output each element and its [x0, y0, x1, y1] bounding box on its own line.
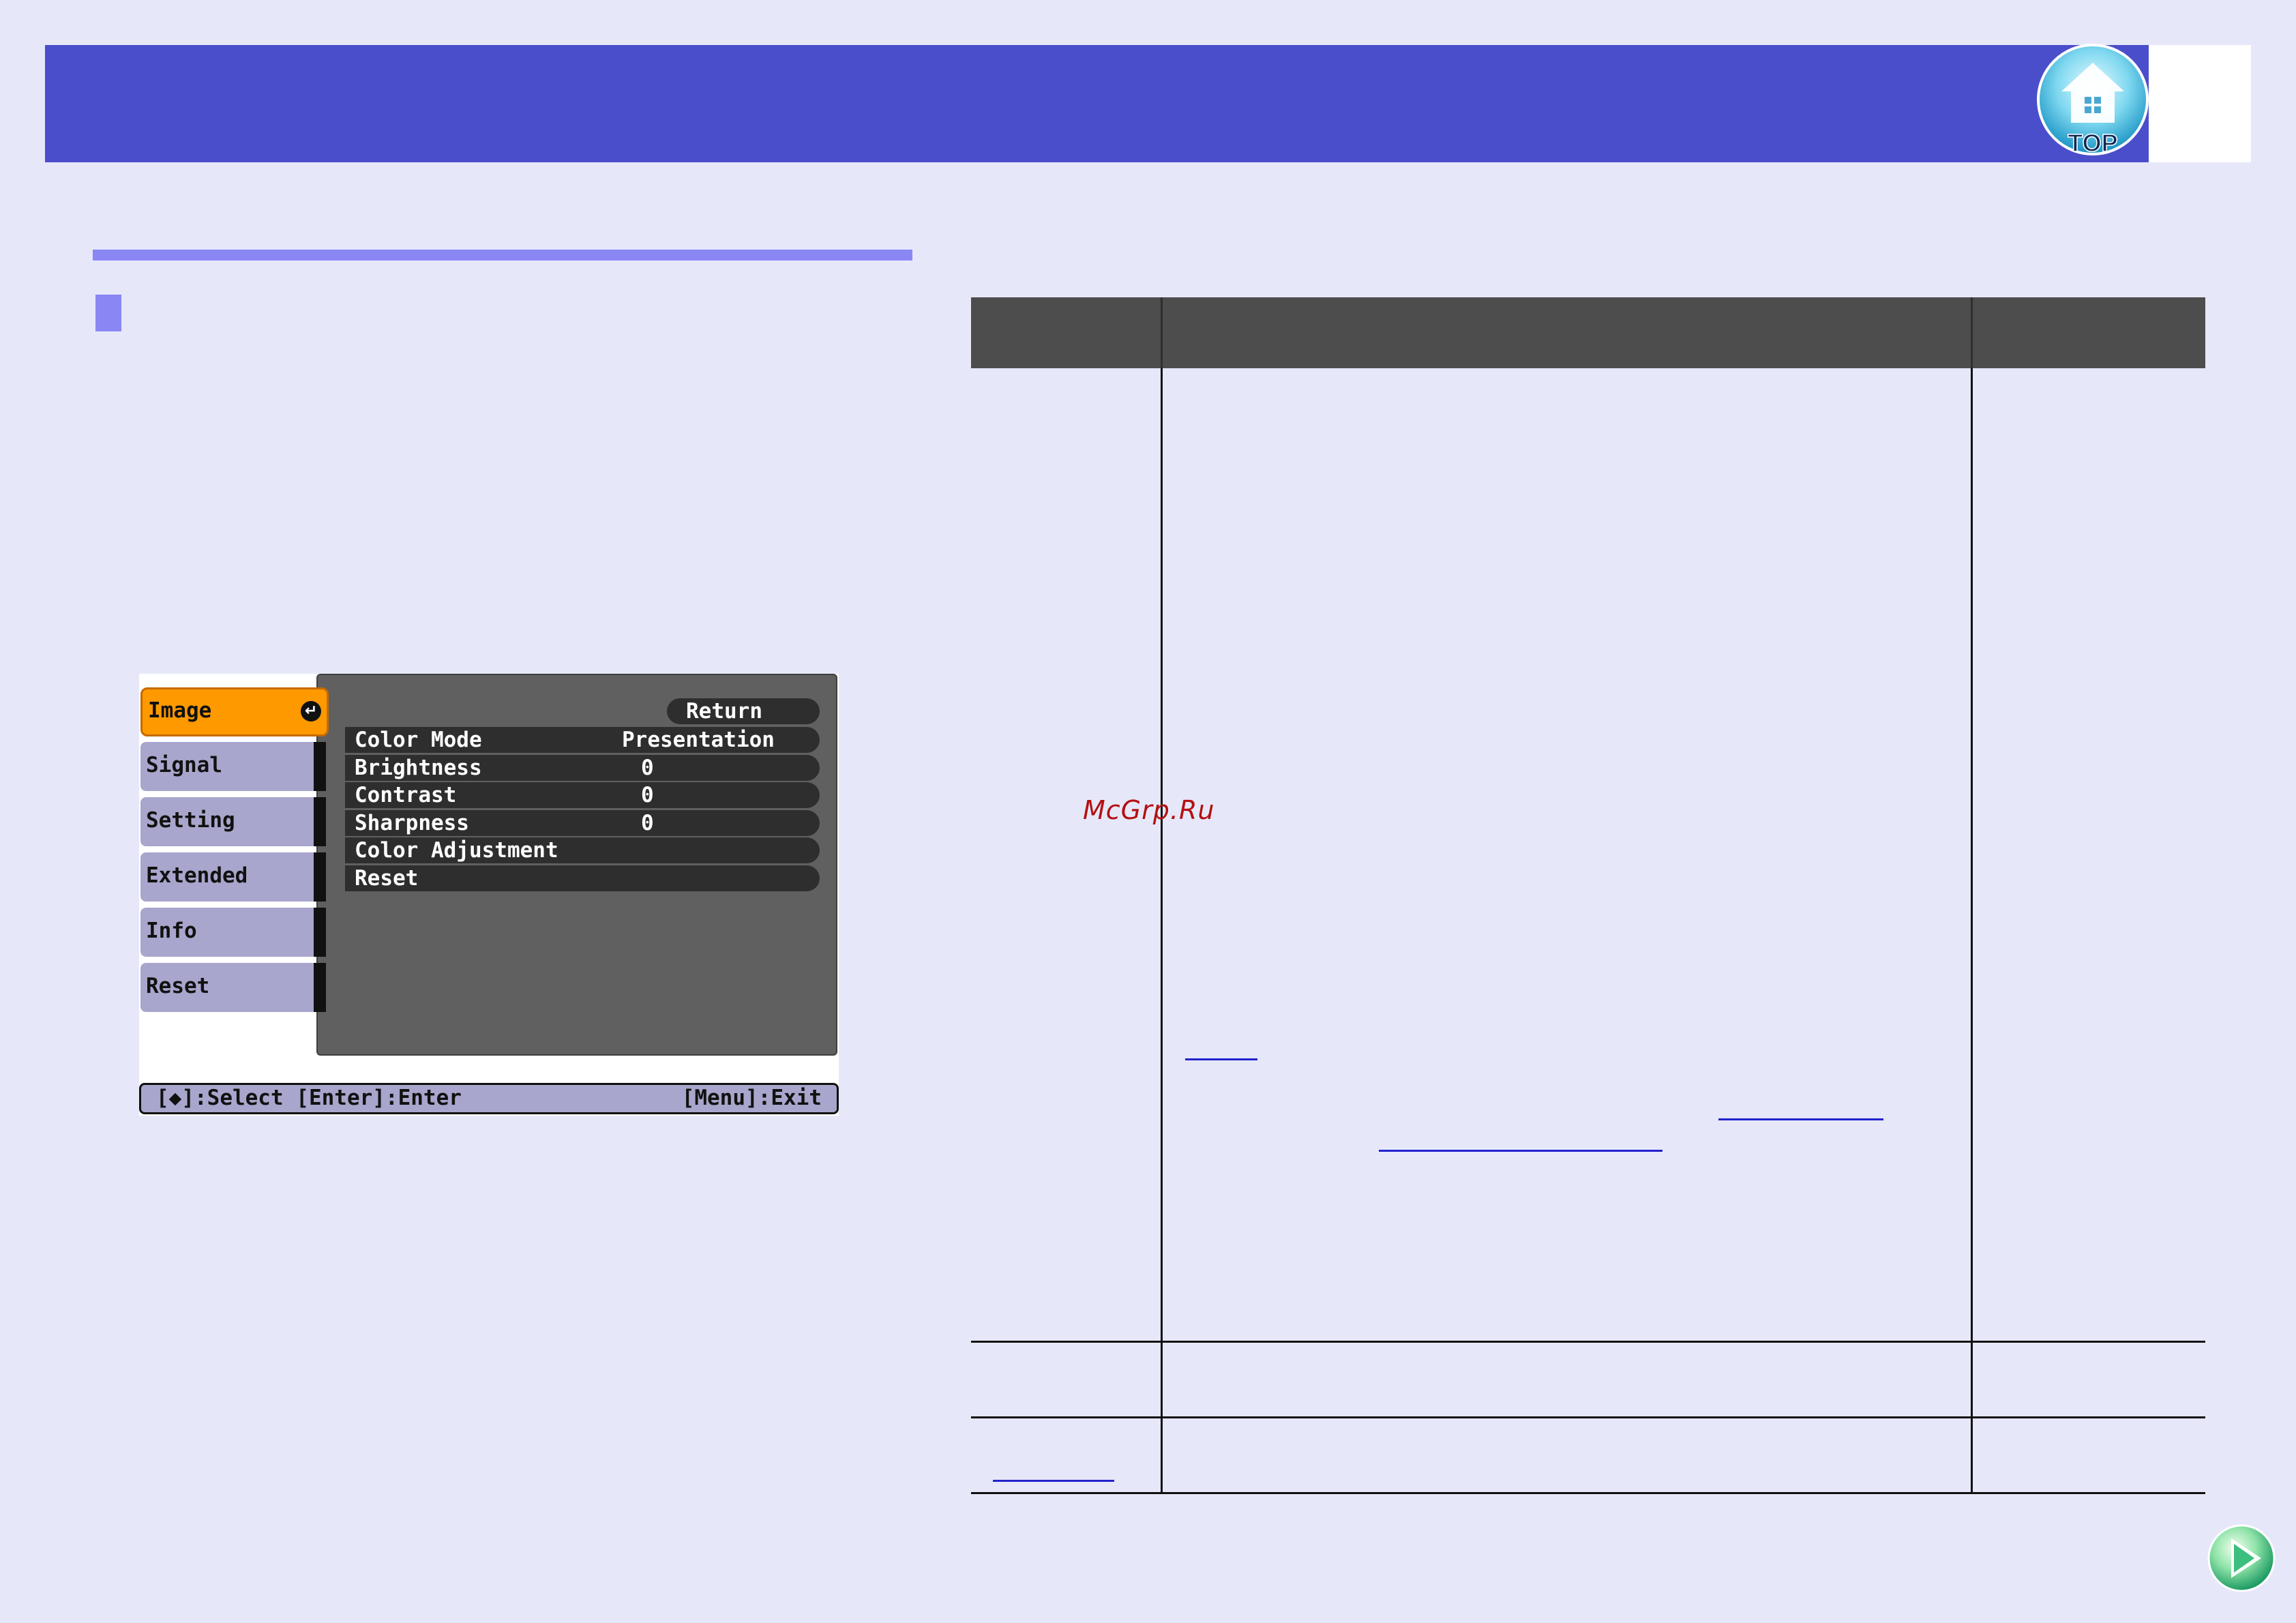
menu-row-value: 0	[641, 811, 654, 835]
menu-help-bar: [◆]:Select [Enter]:Enter [Menu]:Exit	[139, 1083, 839, 1114]
enter-icon: ↵	[301, 701, 321, 721]
table-column-divider	[1971, 368, 1973, 1493]
menu-row-value: Presentation	[622, 728, 775, 752]
menu-tab-reset[interactable]: Reset	[140, 963, 326, 1012]
menu-row-label: Color Adjustment	[355, 838, 558, 863]
table-column-divider	[1161, 368, 1163, 1493]
menu-row-label: Brightness	[355, 756, 482, 780]
table-header-divider	[1161, 297, 1163, 368]
arrow-right-icon	[2207, 1524, 2276, 1592]
menu-tab-label: Setting	[146, 808, 235, 833]
table-header-divider	[1971, 297, 1973, 368]
menu-row-color-mode[interactable]: Color Mode Presentation	[345, 727, 820, 753]
reference-link[interactable]	[993, 1480, 1114, 1482]
table-row-divider	[971, 1492, 2205, 1494]
section-rule	[93, 250, 912, 260]
next-page-button[interactable]	[2207, 1523, 2276, 1593]
menu-row-contrast[interactable]: Contrast 0	[345, 782, 820, 808]
menu-tab-label: Image	[148, 698, 212, 723]
reference-link[interactable]	[1379, 1150, 1663, 1152]
menu-row-brightness[interactable]: Brightness 0	[345, 755, 820, 781]
menu-tab-label: Reset	[146, 974, 210, 998]
menu-row-value: 0	[641, 756, 654, 780]
house-icon: TOP	[2037, 44, 2149, 158]
return-button[interactable]: Return	[667, 698, 820, 724]
table-header	[971, 297, 2205, 368]
watermark: McGrp.Ru	[1083, 795, 1215, 825]
menu-tab-label: Info	[146, 919, 197, 943]
table-row-divider	[971, 1416, 2205, 1418]
menu-row-label: Color Mode	[355, 728, 482, 752]
menu-tab-signal[interactable]: Signal	[140, 742, 326, 791]
menu-row-label: Sharpness	[355, 811, 469, 835]
menu-row-color-adjustment[interactable]: Color Adjustment	[345, 837, 820, 863]
menu-tab-label: Extended	[146, 863, 248, 888]
menu-tab-image[interactable]: Image ↵	[140, 687, 329, 736]
table-row-divider	[971, 1341, 2205, 1343]
return-label: Return	[686, 699, 762, 724]
top-button-label: TOP	[2068, 129, 2117, 157]
menu-tab-setting[interactable]: Setting	[140, 797, 326, 846]
menu-row-sharpness[interactable]: Sharpness 0	[345, 810, 820, 836]
menu-tab-info[interactable]: Info	[140, 908, 326, 957]
header-bar	[45, 45, 2149, 162]
reference-link[interactable]	[1185, 1058, 1257, 1060]
menu-row-reset[interactable]: Reset	[345, 865, 820, 891]
menu-row-label: Reset	[355, 866, 419, 891]
reference-link[interactable]	[1718, 1118, 1883, 1120]
header-page-tab	[2149, 45, 2251, 162]
menu-row-label: Contrast	[355, 783, 457, 807]
menu-row-value: 0	[641, 783, 654, 807]
top-button[interactable]: TOP	[2036, 42, 2150, 165]
menu-tab-label: Signal	[146, 753, 222, 777]
help-select-enter: [◆]:Select [Enter]:Enter	[156, 1086, 462, 1110]
menu-tab-extended[interactable]: Extended	[140, 852, 326, 902]
help-menu-exit: [Menu]:Exit	[681, 1086, 822, 1110]
section-marker	[95, 295, 121, 331]
